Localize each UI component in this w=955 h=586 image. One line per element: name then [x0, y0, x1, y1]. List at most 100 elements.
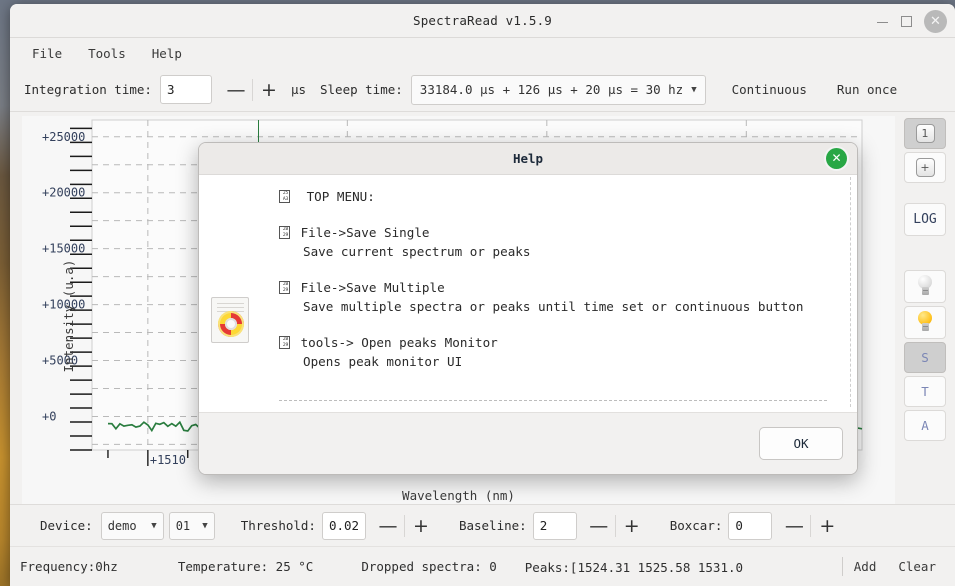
help-entry-title: File->Save Multiple — [300, 279, 445, 295]
help-ok-button[interactable]: OK — [759, 427, 843, 460]
menu-help[interactable]: Help — [144, 43, 190, 64]
single-shot-button[interactable]: 1 — [904, 118, 946, 149]
ctrl-divider-1 — [403, 514, 405, 537]
help-dialog-body: 25 A3 TOP MENU: 2B 29 File->Save Single … — [199, 175, 857, 412]
scope-t-label: T — [921, 384, 929, 399]
baseline-input[interactable] — [532, 511, 577, 540]
scope-a-button[interactable]: A — [904, 410, 946, 441]
help-entry-title: tools-> Open peaks Monitor — [300, 334, 498, 350]
maximize-icon[interactable] — [901, 15, 912, 27]
scope-s-label: S — [921, 350, 929, 365]
help-dialog-close-button[interactable]: ✕ — [826, 148, 847, 169]
help-entry-desc: Save current spectrum or peaks — [303, 244, 531, 260]
chevron-down-icon: ▼ — [691, 84, 697, 95]
svg-text:+15000: +15000 — [42, 242, 85, 256]
minimize-icon[interactable] — [876, 15, 889, 28]
menu-file[interactable]: File — [24, 43, 70, 64]
lamp-on-button[interactable] — [904, 306, 946, 339]
help-entry-row: 2B 29 File->Save Single — [279, 223, 857, 243]
missing-glyph-icon: 2B 29 — [279, 280, 290, 294]
threshold-input[interactable] — [321, 511, 366, 540]
scope-s-button[interactable]: S — [904, 342, 946, 373]
svg-text:+20000: +20000 — [42, 186, 85, 200]
log-scale-label: LOG — [913, 212, 937, 227]
sleep-time-dropdown[interactable]: 33184.0 µs + 126 µs + 20 µs = 30 hz ▼ — [410, 74, 706, 105]
scope-a-label: A — [921, 418, 929, 433]
tofu-lo: 29 — [282, 342, 289, 348]
tofu-lo: A3 — [282, 197, 289, 202]
svg-text:+1510: +1510 — [150, 453, 186, 467]
integration-time-label: Integration time: — [24, 82, 152, 97]
close-window-button[interactable]: ✕ — [924, 9, 947, 33]
processing-controls-bar: Device: demo ▼ 01 ▼ Threshold: — + Basel… — [10, 504, 955, 546]
toolbar-divider-1 — [251, 78, 253, 101]
menubar: File Tools Help — [10, 38, 955, 68]
help-scrollbar[interactable] — [850, 177, 854, 407]
x-axis-label: Wavelength (nm) — [402, 488, 515, 503]
peaks-status: Peaks:[1524.31 1525.58 1531.0 — [524, 560, 744, 575]
integration-unit-label: µs — [290, 82, 306, 97]
window-title: SpectraRead v1.5.9 — [412, 13, 553, 28]
chevron-down-icon: ▼ — [202, 520, 208, 531]
clear-peaks-button[interactable]: Clear — [887, 554, 947, 579]
integration-time-input[interactable] — [159, 75, 212, 104]
help-dialog-footer: OK — [199, 412, 857, 474]
help-section-title: TOP MENU: — [306, 189, 375, 204]
help-dialog-title: Help — [512, 151, 544, 166]
sleep-time-value: 33184.0 µs + 126 µs + 20 µs = 30 hz — [419, 82, 684, 97]
log-scale-button[interactable]: LOG — [904, 203, 946, 236]
keycap-one-icon: 1 — [915, 124, 935, 143]
missing-glyph-icon: 2B 29 — [279, 225, 290, 239]
help-entry-desc: Save multiple spectra or peaks until tim… — [303, 299, 804, 315]
plot-tool-rail: 1 + LOG S T A — [895, 112, 955, 504]
boxcar-input[interactable] — [728, 511, 773, 540]
dropped-spectra-status: Dropped spectra: 0 — [361, 559, 497, 574]
scope-t-button[interactable]: T — [904, 376, 946, 407]
help-dialog-text: 25 A3 TOP MENU: 2B 29 File->Save Single … — [249, 185, 857, 412]
baseline-label: Baseline: — [458, 518, 527, 533]
help-lifebuoy-icon — [211, 297, 249, 343]
help-entry-desc: Opens peak monitor UI — [303, 354, 463, 370]
peaks-status-container: Peaks:[1524.31 1525.58 1531.0 — [497, 557, 843, 576]
tofu-lo: 29 — [282, 287, 289, 293]
ctrl-divider-2 — [614, 514, 616, 537]
svg-text:+25000: +25000 — [42, 130, 85, 144]
menu-tools[interactable]: Tools — [80, 43, 134, 64]
lamp-off-button[interactable] — [904, 270, 946, 303]
help-dialog: Help ✕ 25 A3 TOP MENU: 2B 29 File->Save … — [198, 142, 858, 475]
frequency-status: Frequency:0hz — [20, 559, 118, 574]
bulb-off-icon — [915, 274, 935, 299]
tofu-lo: 29 — [282, 232, 289, 238]
run-once-button[interactable]: Run once — [825, 76, 909, 103]
boxcar-label: Boxcar: — [669, 518, 723, 533]
help-entry-row: 2B 29 File->Save Multiple — [279, 278, 857, 298]
threshold-label: Threshold: — [240, 518, 316, 533]
window-titlebar: SpectraRead v1.5.9 ✕ — [10, 4, 955, 38]
device-label: Device: — [40, 518, 93, 533]
help-dialog-titlebar: Help ✕ — [199, 143, 857, 175]
add-plot-button[interactable]: + — [904, 152, 946, 183]
statusbar: Frequency:0hz Temperature: 25 °C Dropped… — [10, 546, 955, 586]
threshold-minus-button[interactable]: — — [374, 512, 402, 540]
help-divider — [279, 399, 827, 401]
bulb-on-icon — [915, 310, 935, 335]
baseline-plus-button[interactable]: + — [618, 512, 646, 540]
continuous-button[interactable]: Continuous — [720, 76, 819, 103]
boxcar-minus-button[interactable]: — — [780, 512, 808, 540]
boxcar-plus-button[interactable]: + — [813, 512, 841, 540]
window-controls: ✕ — [876, 4, 947, 38]
add-peak-button[interactable]: Add — [843, 554, 888, 579]
baseline-minus-button[interactable]: — — [585, 512, 613, 540]
channel-dropdown[interactable]: 01 ▼ — [168, 511, 215, 540]
device-value: demo — [107, 518, 137, 533]
sleep-time-label: Sleep time: — [320, 82, 403, 97]
help-entry-row: 2B 29 tools-> Open peaks Monitor — [279, 333, 857, 353]
integration-plus-button[interactable]: + — [255, 76, 283, 104]
integration-minus-button[interactable]: — — [222, 76, 250, 104]
channel-value: 01 — [175, 518, 191, 533]
device-dropdown[interactable]: demo ▼ — [100, 511, 164, 540]
keycap-plus-icon: + — [915, 158, 935, 177]
acquisition-toolbar: Integration time: — + µs Sleep time: 331… — [10, 68, 955, 112]
y-axis-label: Intensity (u.a) — [60, 259, 76, 373]
threshold-plus-button[interactable]: + — [407, 512, 435, 540]
